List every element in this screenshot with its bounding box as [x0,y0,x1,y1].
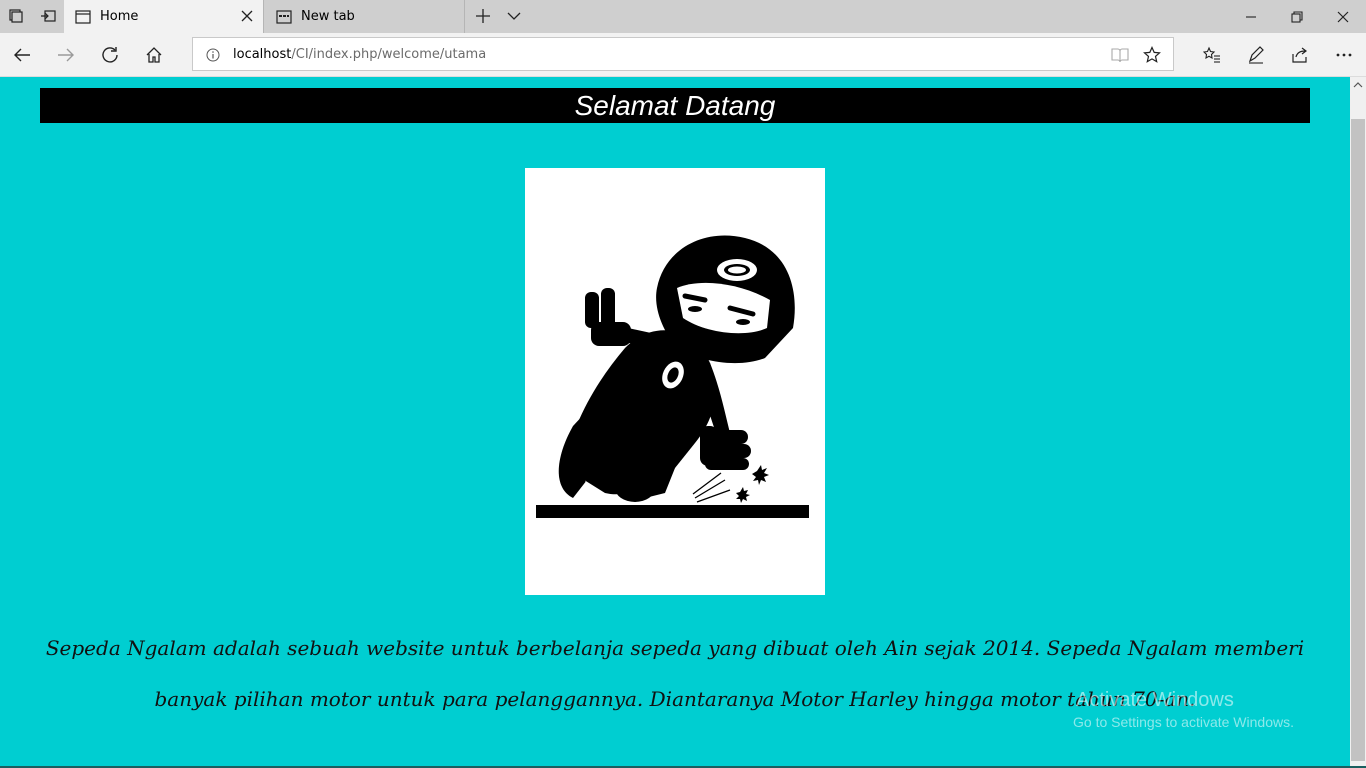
set-tabs-aside-icon[interactable] [38,6,58,26]
restore-icon[interactable] [1274,0,1320,33]
url-host: localhost [233,47,292,62]
share-icon[interactable] [1288,43,1312,67]
more-options-icon[interactable] [1332,43,1356,67]
tab-label: Home [100,9,139,24]
chevron-down-icon[interactable] [505,7,523,25]
refresh-icon[interactable] [98,43,122,67]
page-title: Selamat Datang [574,90,776,121]
watermark-line2: Go to Settings to activate Windows. [1073,714,1294,730]
scroll-up-arrow-icon[interactable] [1350,77,1366,93]
header-banner: Selamat Datang [40,88,1310,123]
home-icon[interactable] [142,43,166,67]
favorite-star-icon[interactable] [1143,46,1161,64]
page-icon [74,9,92,24]
favorites-hub-icon[interactable] [1200,43,1224,67]
close-icon[interactable] [239,8,255,24]
tab-label: New tab [301,9,355,24]
tab-strip: Home New tab [0,0,1366,33]
tab-actions-icon[interactable] [6,6,26,26]
close-window-icon[interactable] [1320,0,1366,33]
motorcycle-rider-illustration [536,235,809,518]
tab-home[interactable]: Home [64,0,264,33]
watermark-line1: Activate Windows [1076,689,1234,711]
vertical-scrollbar[interactable] [1350,77,1366,768]
page-viewport: Selamat Datang Sepeda Ngalam adalah sebu… [0,77,1350,768]
pen-icon[interactable] [1244,43,1268,67]
info-icon[interactable] [205,47,221,63]
newtab-page-icon [275,9,293,24]
scrollbar-thumb[interactable] [1351,119,1365,761]
plus-icon[interactable] [474,7,492,25]
minimize-icon[interactable] [1228,0,1274,33]
tab-new-tab[interactable]: New tab [265,0,465,33]
back-arrow-icon[interactable] [10,43,34,67]
navigation-bar: localhost/CI/index.php/welcome/utama [0,33,1366,77]
url-path: /CI/index.php/welcome/utama [291,47,487,62]
url-text[interactable]: localhost/CI/index.php/welcome/utama [233,47,486,62]
forward-arrow-icon[interactable] [54,43,78,67]
activate-windows-watermark: Activate Windows Go to Settings to activ… [1073,689,1294,730]
address-bar[interactable]: localhost/CI/index.php/welcome/utama [192,37,1174,71]
motorcycle-rider-image [525,168,825,595]
reading-view-icon[interactable] [1111,46,1129,64]
